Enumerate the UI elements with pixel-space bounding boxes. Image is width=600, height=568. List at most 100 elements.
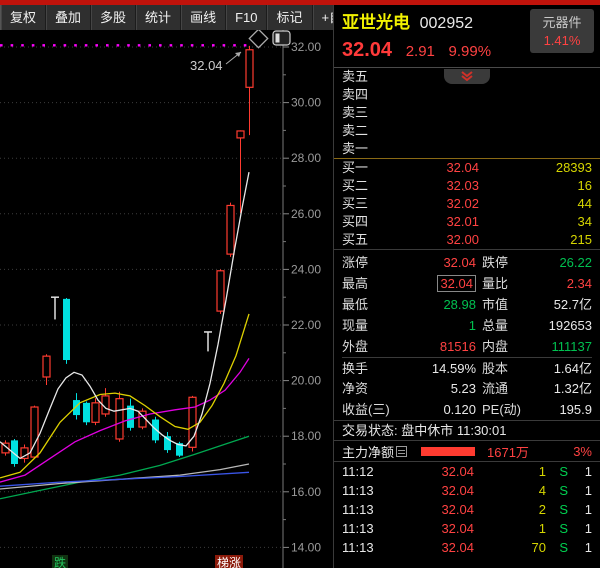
ask-label: 卖一 bbox=[342, 140, 384, 158]
trade-price: 32.04 bbox=[384, 519, 474, 538]
trade-row: 11:1232.041S1 bbox=[334, 462, 600, 481]
trade-side: S bbox=[546, 500, 568, 519]
bid-volume: 16 bbox=[479, 177, 592, 195]
main-flow-percent: 3% bbox=[529, 444, 592, 459]
stat-value: 1 bbox=[400, 315, 476, 336]
stats-row: 净资5.23流通1.32亿 bbox=[342, 378, 592, 399]
ask-volume bbox=[479, 104, 592, 122]
candle-up bbox=[43, 356, 50, 377]
sector-change: 1.41% bbox=[530, 33, 594, 48]
bid-volume: 28393 bbox=[479, 159, 592, 177]
toolbar: 复权叠加多股统计画线F10标记+自选返回 bbox=[0, 5, 333, 30]
main-flow-value: 1671万 bbox=[487, 442, 529, 461]
trade-list[interactable]: 11:1232.041S111:1332.044S111:1332.042S11… bbox=[334, 462, 600, 561]
ask-label: 卖五 bbox=[342, 68, 384, 86]
trade-count: 1 bbox=[568, 500, 592, 519]
bid-row[interactable]: 买五32.00215 bbox=[334, 231, 600, 249]
chart-canvas[interactable]: 32.0030.0028.0026.0024.0022.0020.0018.00… bbox=[0, 30, 333, 568]
expand-quote-tab[interactable] bbox=[444, 69, 490, 84]
stat-value: 1.32亿 bbox=[534, 378, 592, 399]
diamond-marker-icon[interactable] bbox=[249, 30, 267, 48]
toolbar-button-F10[interactable]: F10 bbox=[226, 5, 267, 30]
stat-value: 0.120 bbox=[400, 399, 476, 420]
main-flow-row[interactable]: 主力净额 1671万 3% bbox=[334, 441, 600, 462]
trade-side: S bbox=[546, 481, 568, 500]
detail-icon[interactable] bbox=[396, 446, 407, 457]
bid-volume: 215 bbox=[479, 231, 592, 249]
stats-grid: 涨停32.04跌停26.22最高32.04量比2.34最低28.98市值52.7… bbox=[334, 250, 600, 420]
stat-value: 192653 bbox=[534, 315, 592, 336]
main-flow-label: 主力净额 bbox=[342, 442, 394, 461]
y-axis-label: 16.00 bbox=[291, 485, 321, 499]
bid-row[interactable]: 买三32.0244 bbox=[334, 195, 600, 213]
ask-price bbox=[384, 122, 479, 140]
stat-value: 195.9 bbox=[534, 399, 592, 420]
bid-row[interactable]: 买一32.0428393 bbox=[334, 159, 600, 177]
stock-name: 亚世光电 bbox=[342, 13, 410, 32]
ask-price bbox=[384, 104, 479, 122]
stat-label: 换手 bbox=[342, 358, 400, 378]
toolbar-button-多股[interactable]: 多股 bbox=[91, 5, 136, 30]
stat-value: 1.64亿 bbox=[534, 358, 592, 378]
trade-count: 1 bbox=[568, 538, 592, 557]
bid-price: 32.03 bbox=[384, 177, 479, 195]
stats-row: 最低28.98市值52.7亿 bbox=[342, 294, 592, 315]
stats-row: 现量1总量192653 bbox=[342, 315, 592, 336]
candle-down bbox=[73, 400, 80, 415]
toolbar-button-统计[interactable]: 统计 bbox=[136, 5, 181, 30]
bid-row[interactable]: 买四32.0134 bbox=[334, 213, 600, 231]
stat-label: 市值 bbox=[482, 294, 534, 315]
toolbar-button-叠加[interactable]: 叠加 bbox=[46, 5, 91, 30]
sector-badge[interactable]: 元器件 1.41% bbox=[530, 9, 594, 53]
y-axis-label: 30.00 bbox=[291, 96, 321, 110]
ask-volume bbox=[479, 68, 592, 86]
stat-value: 2.34 bbox=[534, 273, 592, 294]
ask-volume bbox=[479, 86, 592, 104]
stock-app-window: 复权叠加多股统计画线F10标记+自选返回 32.0030.0028.0026.0… bbox=[0, 0, 600, 568]
trade-row: 11:1432.041S1 bbox=[334, 557, 600, 561]
toolbar-button-标记[interactable]: 标记 bbox=[267, 5, 312, 30]
stat-label: 净资 bbox=[342, 378, 400, 399]
stat-value: 28.98 bbox=[400, 294, 476, 315]
bid-label: 买三 bbox=[342, 195, 384, 213]
stat-label: 涨停 bbox=[342, 252, 400, 273]
trade-volume: 1 bbox=[474, 519, 546, 538]
trade-side: S bbox=[546, 557, 568, 561]
trade-row: 11:1332.0470S1 bbox=[334, 538, 600, 557]
stat-value-boxed: 32.04 bbox=[437, 275, 476, 292]
bid-row[interactable]: 买二32.0316 bbox=[334, 177, 600, 195]
ask-label: 卖三 bbox=[342, 104, 384, 122]
main-flow-bar bbox=[421, 447, 475, 456]
ask-row[interactable]: 卖三 bbox=[334, 104, 600, 122]
ask-price bbox=[384, 140, 479, 158]
event-tag-down: 跌 bbox=[54, 555, 66, 568]
chevron-down-icon bbox=[460, 71, 474, 82]
candlestick-chart[interactable]: 32.0030.0028.0026.0024.0022.0020.0018.00… bbox=[0, 30, 333, 568]
toolbar-button-画线[interactable]: 画线 bbox=[181, 5, 226, 30]
ask-row[interactable]: 卖四 bbox=[334, 86, 600, 104]
price-change: 2.91 bbox=[406, 43, 435, 60]
ask-price bbox=[384, 86, 479, 104]
stat-value: 32.04 bbox=[400, 252, 476, 273]
ask-volume bbox=[479, 122, 592, 140]
stat-label: 股本 bbox=[482, 358, 534, 378]
y-axis-label: 20.00 bbox=[291, 374, 321, 388]
y-axis-label: 22.00 bbox=[291, 318, 321, 332]
trade-side: S bbox=[546, 519, 568, 538]
ask-label: 卖四 bbox=[342, 86, 384, 104]
trade-row: 11:1332.042S1 bbox=[334, 500, 600, 519]
ask-row[interactable]: 卖二 bbox=[334, 122, 600, 140]
ask-row[interactable]: 卖一 bbox=[334, 140, 600, 158]
stats-row: 收益(三)0.120PE(动)195.9 bbox=[342, 399, 592, 420]
trade-volume: 2 bbox=[474, 500, 546, 519]
stats-row: 换手14.59%股本1.64亿 bbox=[342, 357, 592, 378]
bid-label: 买一 bbox=[342, 159, 384, 177]
trade-time: 11:12 bbox=[342, 462, 384, 481]
y-axis-label: 26.00 bbox=[291, 207, 321, 221]
ask-label: 卖二 bbox=[342, 122, 384, 140]
bid-label: 买四 bbox=[342, 213, 384, 231]
ma-gray-line bbox=[0, 464, 249, 489]
stat-label: 内盘 bbox=[482, 336, 534, 357]
trade-count: 1 bbox=[568, 519, 592, 538]
toolbar-button-复权[interactable]: 复权 bbox=[1, 5, 46, 30]
